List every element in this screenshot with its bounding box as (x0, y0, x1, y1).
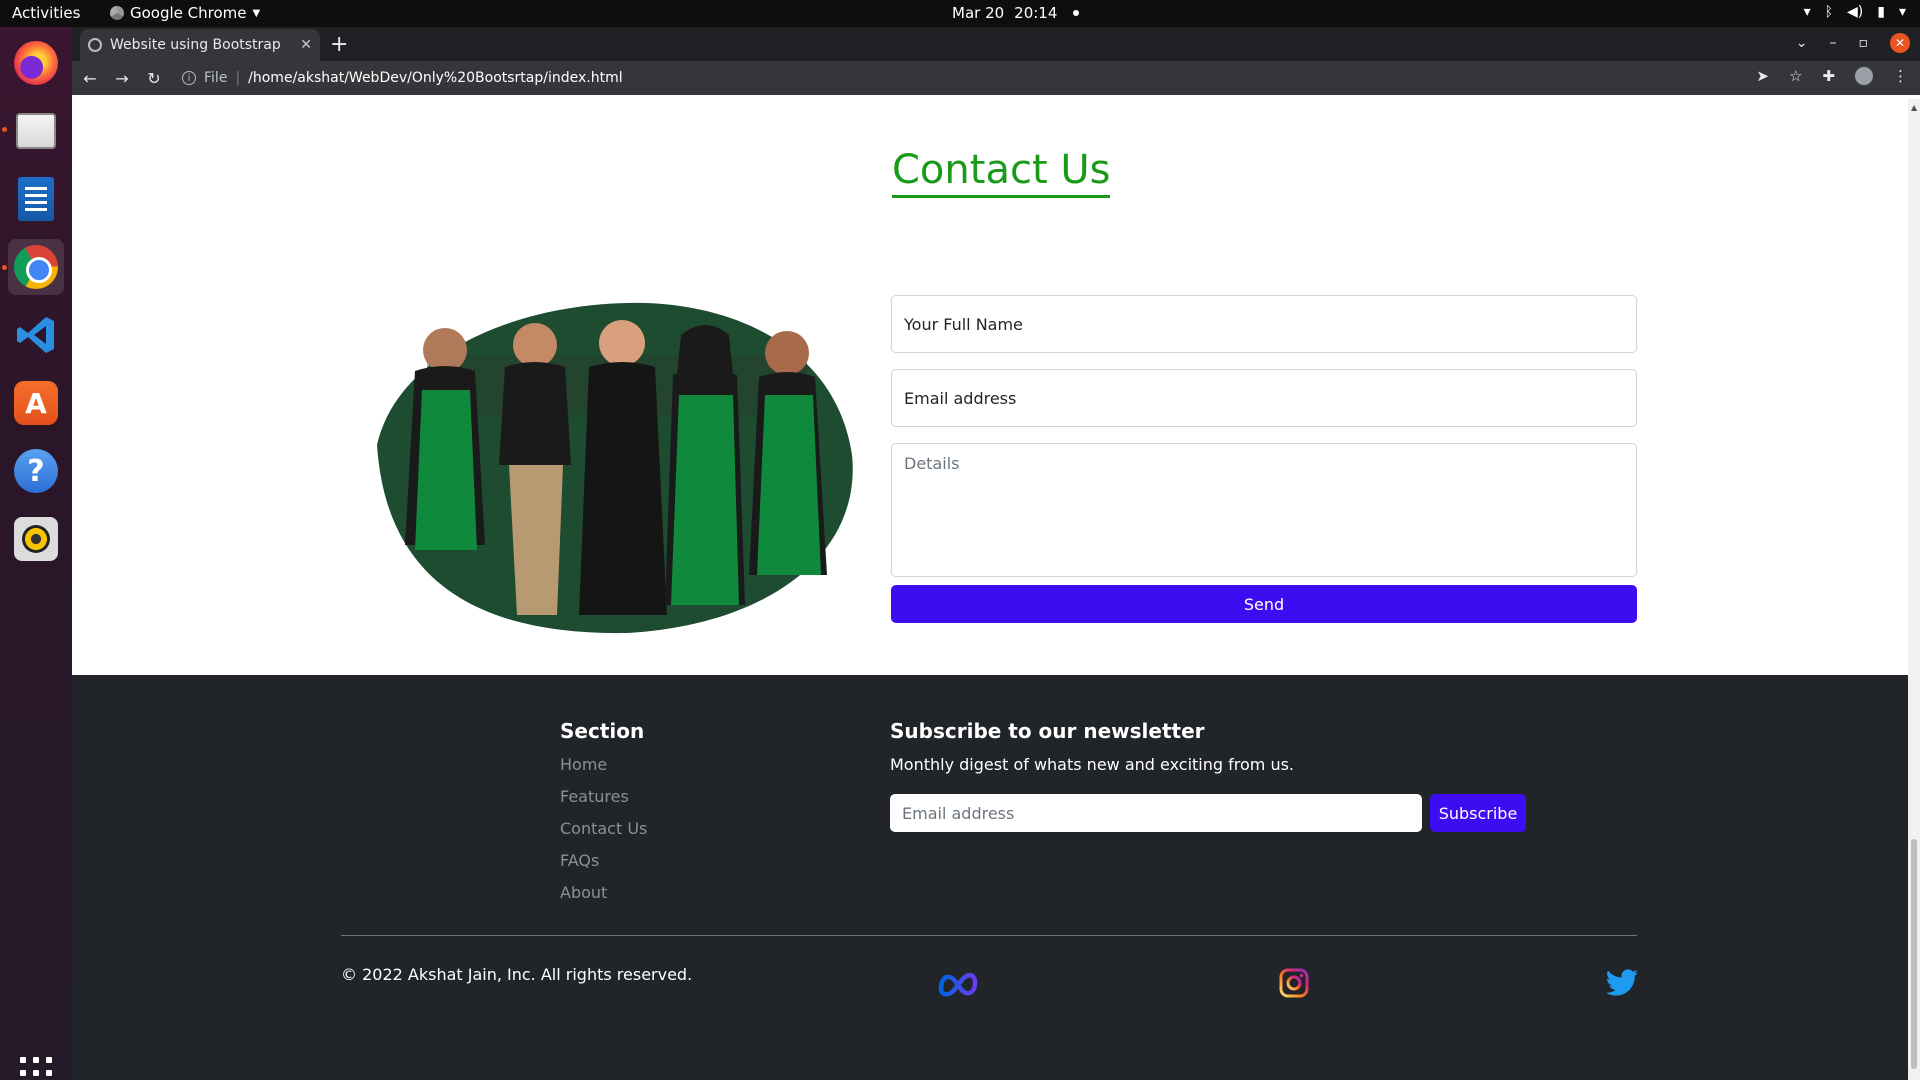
team-photo (377, 302, 853, 634)
libreoffice-writer-icon (18, 177, 54, 221)
chrome-window: Website using Bootstrap ✕ + ⌄ – ▫ ✕ ← → … (72, 27, 1920, 1080)
chevron-down-icon: ▾ (1898, 4, 1906, 20)
vscode-icon (14, 313, 58, 357)
tab-title: Website using Bootstrap (110, 37, 281, 53)
files-icon (16, 113, 56, 149)
system-top-bar: Activities Google Chrome ▼ Mar 20 20:14 … (0, 0, 1920, 27)
chrome-app-icon (110, 6, 124, 20)
extensions-icon[interactable]: ✚ (1822, 67, 1835, 85)
help-icon: ? (14, 449, 58, 493)
subscribe-button[interactable]: Subscribe (1430, 794, 1526, 832)
copyright-text: © 2022 Akshat Jain, Inc. All rights rese… (341, 965, 693, 984)
new-tab-button[interactable]: + (330, 32, 348, 57)
send-button[interactable]: Send (891, 585, 1637, 623)
twitter-icon[interactable] (1600, 963, 1644, 1003)
footer-link-about[interactable]: About (560, 883, 647, 915)
url-separator: | (235, 70, 241, 86)
app-store-icon: A (14, 381, 58, 425)
newsletter-email-input[interactable]: Email address (890, 794, 1422, 832)
activities-button[interactable]: Activities (12, 4, 80, 22)
close-window-button[interactable]: ✕ (1890, 33, 1910, 53)
volume-icon: ◀) (1847, 4, 1864, 20)
dock-firefox[interactable] (8, 35, 64, 91)
dock-vscode[interactable] (8, 307, 64, 363)
full-name-input[interactable]: Your Full Name (891, 295, 1637, 353)
system-tray[interactable]: ▾ ᛒ ◀) ▮ ▾ (1804, 4, 1906, 20)
send-icon[interactable]: ➤ (1756, 67, 1769, 85)
footer-link-faqs[interactable]: FAQs (560, 851, 647, 883)
tab-strip: Website using Bootstrap ✕ + ⌄ – ▫ ✕ (72, 27, 1920, 61)
newsletter-title: Subscribe to our newsletter (890, 719, 1205, 743)
meta-icon[interactable] (936, 963, 980, 1003)
page-scrollbar[interactable]: ▲ (1908, 99, 1920, 1080)
clock-date: Mar 20 (952, 4, 1005, 22)
details-textarea[interactable]: Details (891, 443, 1637, 577)
dock-chrome[interactable] (8, 239, 64, 295)
footer-section-title: Section (560, 719, 645, 743)
profile-avatar-icon[interactable] (1855, 67, 1873, 85)
running-indicator (2, 127, 7, 132)
web-page: Contact Us Your Full Name Email address … (72, 99, 1908, 1080)
reload-icon[interactable]: ↻ (140, 69, 168, 88)
site-footer: Section Home Features Contact Us FAQs Ab… (72, 675, 1908, 1080)
dock-rhythmbox[interactable] (8, 511, 64, 567)
instagram-icon[interactable] (1272, 963, 1316, 1003)
dock-files[interactable] (8, 103, 64, 159)
wifi-icon: ▾ (1803, 4, 1811, 20)
back-icon[interactable]: ← (76, 69, 104, 88)
contact-heading: Contact Us (892, 147, 1111, 198)
toolbar-actions: ➤ ☆ ✚ ⋮ (1756, 67, 1908, 85)
app-menu-label: Google Chrome (130, 4, 247, 22)
info-icon[interactable]: i (182, 71, 196, 85)
footer-links: Home Features Contact Us FAQs About (560, 755, 647, 915)
bookmark-star-icon[interactable]: ☆ (1789, 67, 1802, 85)
tab-website[interactable]: Website using Bootstrap ✕ (80, 29, 320, 61)
browser-toolbar: ← → ↻ i File | /home/akshat/WebDev/Only%… (72, 61, 1920, 95)
close-tab-icon[interactable]: ✕ (300, 37, 312, 53)
newsletter-subtitle: Monthly digest of whats new and exciting… (890, 755, 1294, 774)
restore-button[interactable]: ▫ (1859, 35, 1869, 51)
menu-kebab-icon[interactable]: ⋮ (1893, 67, 1908, 85)
footer-link-contact[interactable]: Contact Us (560, 819, 647, 851)
tab-search-icon[interactable]: ⌄ (1796, 35, 1808, 51)
firefox-icon (14, 41, 58, 85)
scroll-up-icon[interactable]: ▲ (1911, 103, 1917, 112)
url-scheme: File (204, 70, 228, 86)
url-text: /home/akshat/WebDev/Only%20Bootsrtap/ind… (248, 70, 623, 86)
footer-divider (341, 935, 1637, 936)
dock-writer[interactable] (8, 171, 64, 227)
chevron-down-icon: ▼ (252, 7, 261, 19)
forward-icon[interactable]: → (108, 69, 136, 88)
running-indicator (2, 265, 7, 270)
bluetooth-icon: ᛒ (1824, 4, 1834, 20)
battery-icon: ▮ (1877, 4, 1885, 20)
show-applications-icon[interactable] (20, 1057, 52, 1080)
minimize-button[interactable]: – (1830, 35, 1837, 51)
scrollbar-thumb[interactable] (1911, 839, 1917, 1069)
email-input[interactable]: Email address (891, 369, 1637, 427)
footer-link-features[interactable]: Features (560, 787, 647, 819)
app-menu[interactable]: Google Chrome ▼ (110, 4, 260, 22)
application-dock: A ? (0, 27, 72, 1080)
clock[interactable]: Mar 20 20:14 (952, 4, 1080, 22)
dock-software[interactable]: A (8, 375, 64, 431)
globe-icon (88, 38, 102, 52)
dock-help[interactable]: ? (8, 443, 64, 499)
clock-time: 20:14 (1014, 4, 1058, 22)
notification-dot-icon (1073, 10, 1080, 16)
window-controls: ⌄ – ▫ ✕ (1796, 33, 1910, 53)
footer-link-home[interactable]: Home (560, 755, 647, 787)
chrome-icon (14, 245, 58, 289)
rhythmbox-icon (14, 517, 58, 561)
address-bar[interactable]: i File | /home/akshat/WebDev/Only%20Boot… (182, 65, 1742, 91)
